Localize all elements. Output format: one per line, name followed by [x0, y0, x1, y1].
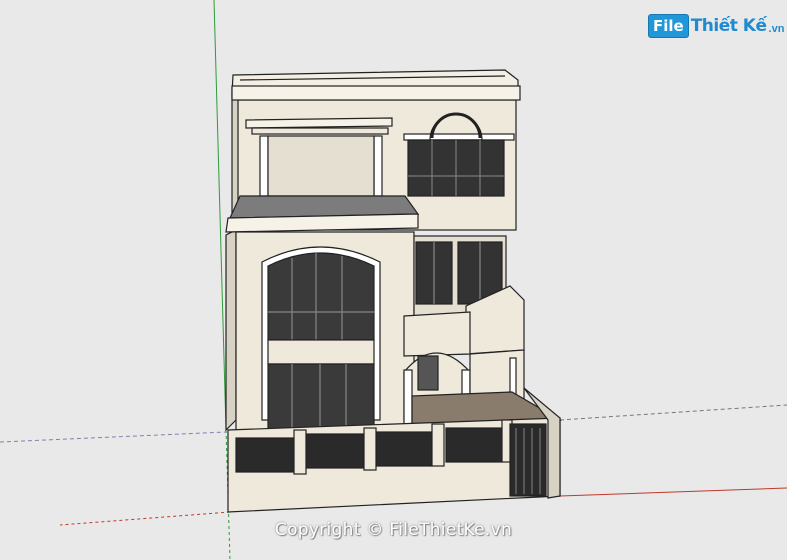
logo-mark: File — [648, 14, 689, 38]
site-logo: File Thiết Kế .vn — [648, 12, 784, 40]
logo-tld: .vn — [768, 23, 785, 35]
sketchup-house-scene — [0, 0, 787, 560]
copyright-watermark: Copyright © FileThietKe.vn — [274, 520, 513, 540]
house-model — [225, 69, 563, 513]
logo-text: Thiết Kế — [690, 16, 767, 36]
